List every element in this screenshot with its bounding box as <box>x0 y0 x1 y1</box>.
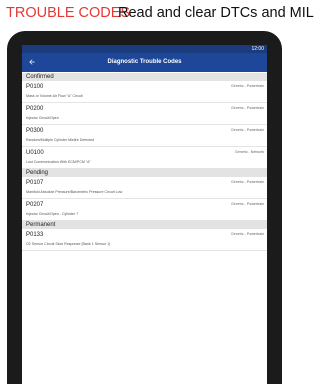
section-label: Permanent <box>26 222 56 228</box>
dtc-category: Generic - Powertrain <box>231 106 264 110</box>
status-bar: 12:00 <box>22 45 267 59</box>
dtc-description: Manifold Absolute Pressure/Barometric Pr… <box>26 190 123 194</box>
dtc-row[interactable]: P0100 Generic - Powertrain Mass or Volum… <box>22 81 267 103</box>
page-title: Diagnostic Trouble Codes <box>107 59 182 65</box>
dtc-code: P0107 <box>26 180 44 186</box>
dtc-description: Injector Circuit/Open - Cylinder 7 <box>26 212 79 216</box>
app-screen: 12:00 Diagnostic Trouble Codes Confirmed… <box>22 45 267 384</box>
promo-banner: TROUBLE CODES Read and clear DTCs and MI… <box>0 0 314 30</box>
dtc-row[interactable]: U0100 Generic - Network Lost Communicati… <box>22 147 267 169</box>
dtc-category: Generic - Powertrain <box>231 84 264 88</box>
status-time: 12:00 <box>251 46 264 52</box>
dtc-row[interactable]: P0207 Generic - Powertrain Injector Circ… <box>22 199 267 221</box>
dtc-row[interactable]: P0133 Generic - Powertrain O2 Sensor Cir… <box>22 229 267 251</box>
section-header-permanent: Permanent <box>22 221 267 229</box>
section-label: Confirmed <box>26 74 54 80</box>
dtc-row[interactable]: P0300 Generic - Powertrain Random/Multip… <box>22 125 267 147</box>
battery-icon <box>243 46 249 59</box>
dtc-description: Mass or Volume Air Flow "A" Circuit <box>26 94 83 98</box>
dtc-row[interactable]: P0107 Generic - Powertrain Manifold Abso… <box>22 177 267 199</box>
dtc-row[interactable]: P0200 Generic - Powertrain Injector Circ… <box>22 103 267 125</box>
dtc-description: Injector Circuit/Open <box>26 116 59 120</box>
dtc-code: P0200 <box>26 106 44 112</box>
dtc-code: P0133 <box>26 232 44 238</box>
dtc-description: Lost Communication With ECM/PCM "A" <box>26 160 91 164</box>
section-header-confirmed: Confirmed <box>22 73 267 81</box>
dtc-code: U0100 <box>26 150 44 156</box>
dtc-category: Generic - Powertrain <box>231 202 264 206</box>
dtc-code: P0207 <box>26 202 44 208</box>
dtc-category: Generic - Powertrain <box>231 232 264 236</box>
dtc-description: Random/Multiple Cylinder Misfire Detecte… <box>26 138 95 142</box>
dtc-category: Generic - Powertrain <box>231 180 264 184</box>
app-bar: Diagnostic Trouble Codes <box>22 53 267 72</box>
back-arrow-icon[interactable] <box>26 56 38 68</box>
dtc-code: P0100 <box>26 84 44 90</box>
dtc-description: O2 Sensor Circuit Slow Response (Bank 1 … <box>26 242 111 246</box>
banner-highlight: TROUBLE CODES <box>6 5 131 21</box>
dtc-category: Generic - Powertrain <box>231 128 264 132</box>
section-label: Pending <box>26 170 49 176</box>
section-header-pending: Pending <box>22 169 267 177</box>
dtc-code: P0300 <box>26 128 44 134</box>
dtc-category: Generic - Network <box>235 150 264 154</box>
banner-tagline: Read and clear DTCs and MIL <box>118 5 314 21</box>
